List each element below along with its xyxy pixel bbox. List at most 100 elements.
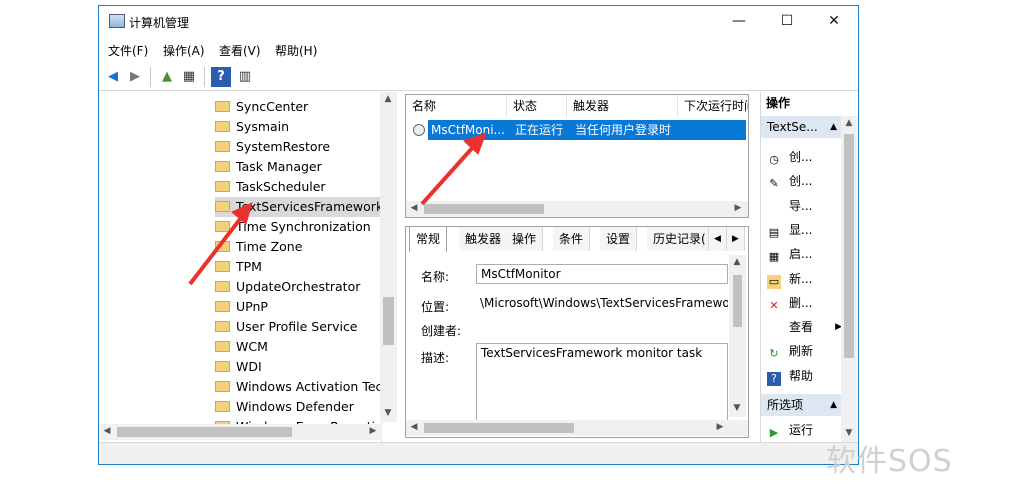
details-vertical-scrollbar[interactable]: ▲ ▼	[729, 255, 746, 417]
tree-item[interactable]: Sysmain	[215, 117, 381, 137]
tab-history[interactable]: 历史记录(	[647, 227, 709, 251]
folder-icon	[215, 121, 230, 132]
tree-item-label: SyncCenter	[236, 99, 309, 114]
scroll-up-icon[interactable]: ▲	[729, 257, 745, 267]
menu-file[interactable]: 文件(F)	[108, 42, 148, 59]
delete-icon: ✕	[769, 298, 779, 312]
details-hscroll-thumb[interactable]	[424, 423, 574, 433]
table-row[interactable]: MsCtfMoni... 正在运行 当任何用户登录时	[407, 120, 747, 140]
tree-item[interactable]: Windows Defender	[215, 397, 381, 417]
collapse-icon[interactable]: ▲	[830, 116, 837, 138]
action-item[interactable]: ✕ 删...	[767, 292, 842, 314]
tree-item[interactable]: WDI	[215, 357, 381, 377]
action-item-label: 创...	[789, 150, 813, 164]
details-scroll-thumb[interactable]	[733, 275, 742, 327]
action-item[interactable]: ▭ 新...	[767, 268, 842, 290]
tab-triggers[interactable]: 触发器	[459, 227, 509, 251]
tab-general[interactable]: 常规	[409, 227, 448, 252]
folder-icon	[215, 401, 230, 412]
show-hide-tree-icon[interactable]: ▦	[179, 67, 199, 87]
menu-view[interactable]: 查看(V)	[219, 42, 261, 59]
tasklist-hscroll-thumb[interactable]	[424, 204, 544, 214]
tab-actions[interactable]: 操作	[506, 227, 544, 251]
scroll-right-icon[interactable]: ▶	[365, 426, 381, 436]
tree-horizontal-scrollbar[interactable]: ◀ ▶	[99, 424, 382, 440]
action-item-label: 删...	[789, 295, 813, 310]
toolbar: ◀ ▶ ▲ ▦ ? ▥	[99, 63, 858, 91]
tree-item[interactable]: UpdateOrchestrator	[215, 277, 381, 297]
toolbar-separator	[204, 67, 205, 87]
tree-item[interactable]: UPnP	[215, 297, 381, 317]
action-pane-icon[interactable]: ▥	[235, 67, 255, 87]
folder-icon	[215, 161, 230, 172]
minimize-button[interactable]: —	[716, 6, 762, 36]
actions-vertical-scrollbar[interactable]: ▲ ▼	[841, 116, 857, 442]
action-item[interactable]: 导...	[767, 195, 842, 217]
tree-item[interactable]: Task Manager	[215, 157, 381, 177]
maximize-button[interactable]: ☐	[764, 6, 810, 36]
tree-item[interactable]: TaskScheduler	[215, 177, 381, 197]
column-status[interactable]: 状态	[507, 95, 567, 117]
tree-scroll-thumb[interactable]	[383, 297, 394, 345]
tree-vertical-scrollbar[interactable]: ▲ ▼	[380, 92, 397, 422]
help-icon[interactable]: ?	[211, 67, 231, 87]
action-item[interactable]: 查看 ▶	[767, 316, 842, 338]
tree-item-label: UPnP	[236, 299, 268, 314]
tree-item[interactable]: Time Zone	[215, 237, 381, 257]
description-field[interactable]: TextServicesFramework monitor task	[476, 343, 728, 423]
forward-icon[interactable]: ▶	[125, 67, 145, 87]
action-item[interactable]: ↻ 刷新	[767, 340, 842, 362]
task-name: MsCtfMoni...	[431, 123, 505, 137]
tree-item[interactable]: SyncCenter	[215, 97, 381, 117]
tree-hscroll-thumb[interactable]	[117, 427, 292, 437]
scroll-up-icon[interactable]: ▲	[380, 94, 396, 104]
tree-item[interactable]: TextServicesFramework	[215, 197, 381, 217]
close-button[interactable]: ✕	[811, 6, 857, 36]
tree-item[interactable]: TPM	[215, 257, 381, 277]
tree-item-label: WCM	[236, 339, 268, 354]
tree-item[interactable]: Time Synchronization	[215, 217, 381, 237]
details-horizontal-scrollbar[interactable]: ◀ ▶	[406, 420, 748, 436]
action-item[interactable]: ? 帮助	[767, 365, 842, 387]
folder-icon	[215, 261, 230, 272]
menu-bar: 文件(F) 操作(A) 查看(V) 帮助(H)	[99, 39, 858, 61]
scroll-up-icon[interactable]: ▲	[841, 118, 857, 128]
tree-item-label: Sysmain	[236, 119, 290, 134]
tab-scroll-right-icon[interactable]: ▶	[727, 227, 745, 251]
tasklist-horizontal-scrollbar[interactable]: ◀ ▶	[406, 201, 748, 217]
action-item[interactable]: ✎ 创...	[767, 170, 842, 192]
status-bar	[99, 442, 858, 464]
tree-item[interactable]: WCM	[215, 337, 381, 357]
actions-section-task[interactable]: TextSe... ▲	[761, 116, 841, 138]
menu-action[interactable]: 操作(A)	[163, 42, 205, 59]
up-folder-icon[interactable]: ▲	[157, 67, 177, 87]
tree-item[interactable]: User Profile Service	[215, 317, 381, 337]
column-trigger[interactable]: 触发器	[567, 95, 678, 117]
tab-conditions[interactable]: 条件	[553, 227, 591, 251]
tree-item[interactable]: SystemRestore	[215, 137, 381, 157]
actions-scroll-thumb[interactable]	[844, 134, 854, 358]
tree-item[interactable]: Windows Activation Tech	[215, 377, 381, 397]
tab-scroll-left-icon[interactable]: ◀	[709, 227, 727, 251]
scroll-left-icon[interactable]: ◀	[406, 203, 422, 213]
title-bar[interactable]: 计算机管理 — ☐ ✕	[99, 6, 858, 38]
scroll-left-icon[interactable]: ◀	[406, 422, 422, 432]
name-field[interactable]: MsCtfMonitor	[476, 264, 728, 284]
tree-item-label: TPM	[236, 259, 262, 274]
collapse-icon[interactable]: ▲	[830, 394, 837, 416]
tab-settings[interactable]: 设置	[600, 227, 638, 251]
action-item-label: 启...	[789, 247, 813, 262]
menu-help[interactable]: 帮助(H)	[275, 42, 317, 59]
scroll-down-icon[interactable]: ▼	[729, 403, 745, 413]
actions-section-selected[interactable]: 所选项 ▲	[761, 394, 841, 416]
column-name[interactable]: 名称	[406, 95, 507, 117]
column-next-run[interactable]: 下次运行时间	[678, 95, 748, 117]
action-item[interactable]: ◷ 创...	[767, 146, 842, 168]
scroll-left-icon[interactable]: ◀	[99, 426, 115, 436]
scroll-right-icon[interactable]: ▶	[712, 422, 728, 432]
scroll-right-icon[interactable]: ▶	[730, 203, 746, 213]
action-item[interactable]: ▦ 启...	[767, 243, 842, 265]
back-icon[interactable]: ◀	[103, 67, 123, 87]
scroll-down-icon[interactable]: ▼	[380, 408, 396, 418]
action-item[interactable]: ▤ 显...	[767, 219, 842, 241]
